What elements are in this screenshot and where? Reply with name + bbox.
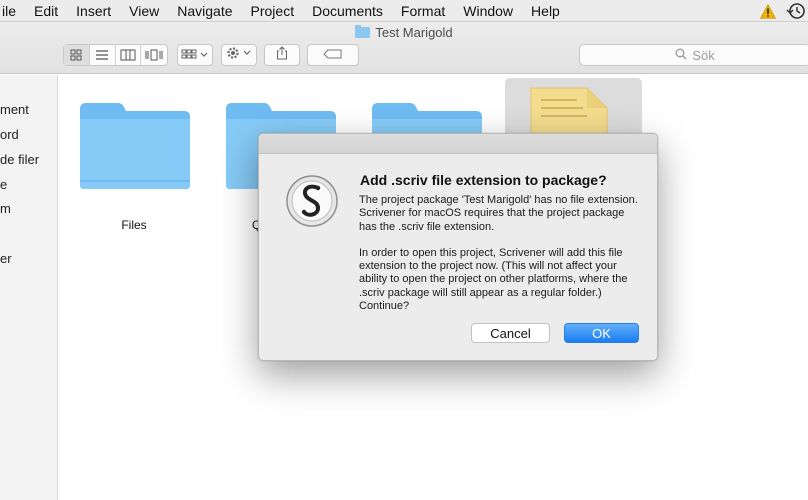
cancel-button[interactable]: Cancel [471,323,550,343]
menu-help[interactable]: Help [522,0,569,22]
menu-extras [760,0,808,22]
menu-bar: ile Edit Insert View Navigate Project Do… [0,0,808,22]
file-item-label: Files [121,218,147,232]
sidebar-item[interactable]: ment [0,102,29,117]
tag-button[interactable] [307,44,359,66]
sidebar-item[interactable]: de filer [0,152,39,167]
folder-icon[interactable] [78,101,192,191]
window-title-text: Test Marigold [375,25,453,40]
ok-button[interactable]: OK [564,323,639,343]
tag-icon [323,46,343,64]
view-mode-segmented-control [63,44,168,66]
dialog-paragraph: In order to open this project, Scrivener… [359,246,628,313]
icon-view-icon[interactable] [64,45,90,65]
search-field[interactable]: Sök [579,44,808,66]
action-button[interactable] [221,44,257,66]
dialog-title: Add .scriv file extension to package? [360,172,607,188]
scrivener-icon [285,174,339,228]
sidebar-item[interactable]: m [0,201,11,216]
column-view-icon[interactable] [116,45,142,65]
time-machine-icon[interactable] [786,1,806,21]
file-item[interactable]: Files [59,218,209,232]
finder-toolbar: Test Marigold Sök [0,22,808,74]
arrange-button[interactable] [177,44,213,66]
list-view-icon[interactable] [90,45,116,65]
cover-flow-view-icon[interactable] [141,45,167,65]
alert-dialog: Add .scriv file extension to package? Th… [258,133,658,361]
project-file-icon[interactable] [527,86,617,137]
finder-sidebar: ment ord de filer e m er [0,75,58,500]
dialog-message: The project package 'Test Marigold' has … [359,194,641,326]
dialog-title-strip [259,134,657,154]
menu-format[interactable]: Format [392,0,454,22]
folder-icon [355,25,371,38]
menu-documents[interactable]: Documents [303,0,392,22]
menu-insert[interactable]: Insert [67,0,120,22]
warning-triangle-icon[interactable] [760,3,776,19]
menu-navigate[interactable]: Navigate [168,0,241,22]
magnifier-icon [675,48,687,63]
gear-icon [225,46,253,65]
menu-view[interactable]: View [120,0,168,22]
share-icon [276,45,288,65]
search-placeholder: Sök [692,47,715,63]
menu-project[interactable]: Project [242,0,304,22]
sidebar-item[interactable]: er [0,251,12,266]
share-button[interactable] [264,44,300,66]
window-title: Test Marigold [0,25,808,40]
menu-edit[interactable]: Edit [25,0,67,22]
sidebar-item[interactable]: e [0,177,7,192]
menu-window[interactable]: Window [454,0,522,22]
sidebar-item[interactable]: ord [0,127,19,142]
menu-file[interactable]: ile [0,0,25,22]
dialog-paragraph: The project package 'Test Marigold' has … [359,194,638,233]
